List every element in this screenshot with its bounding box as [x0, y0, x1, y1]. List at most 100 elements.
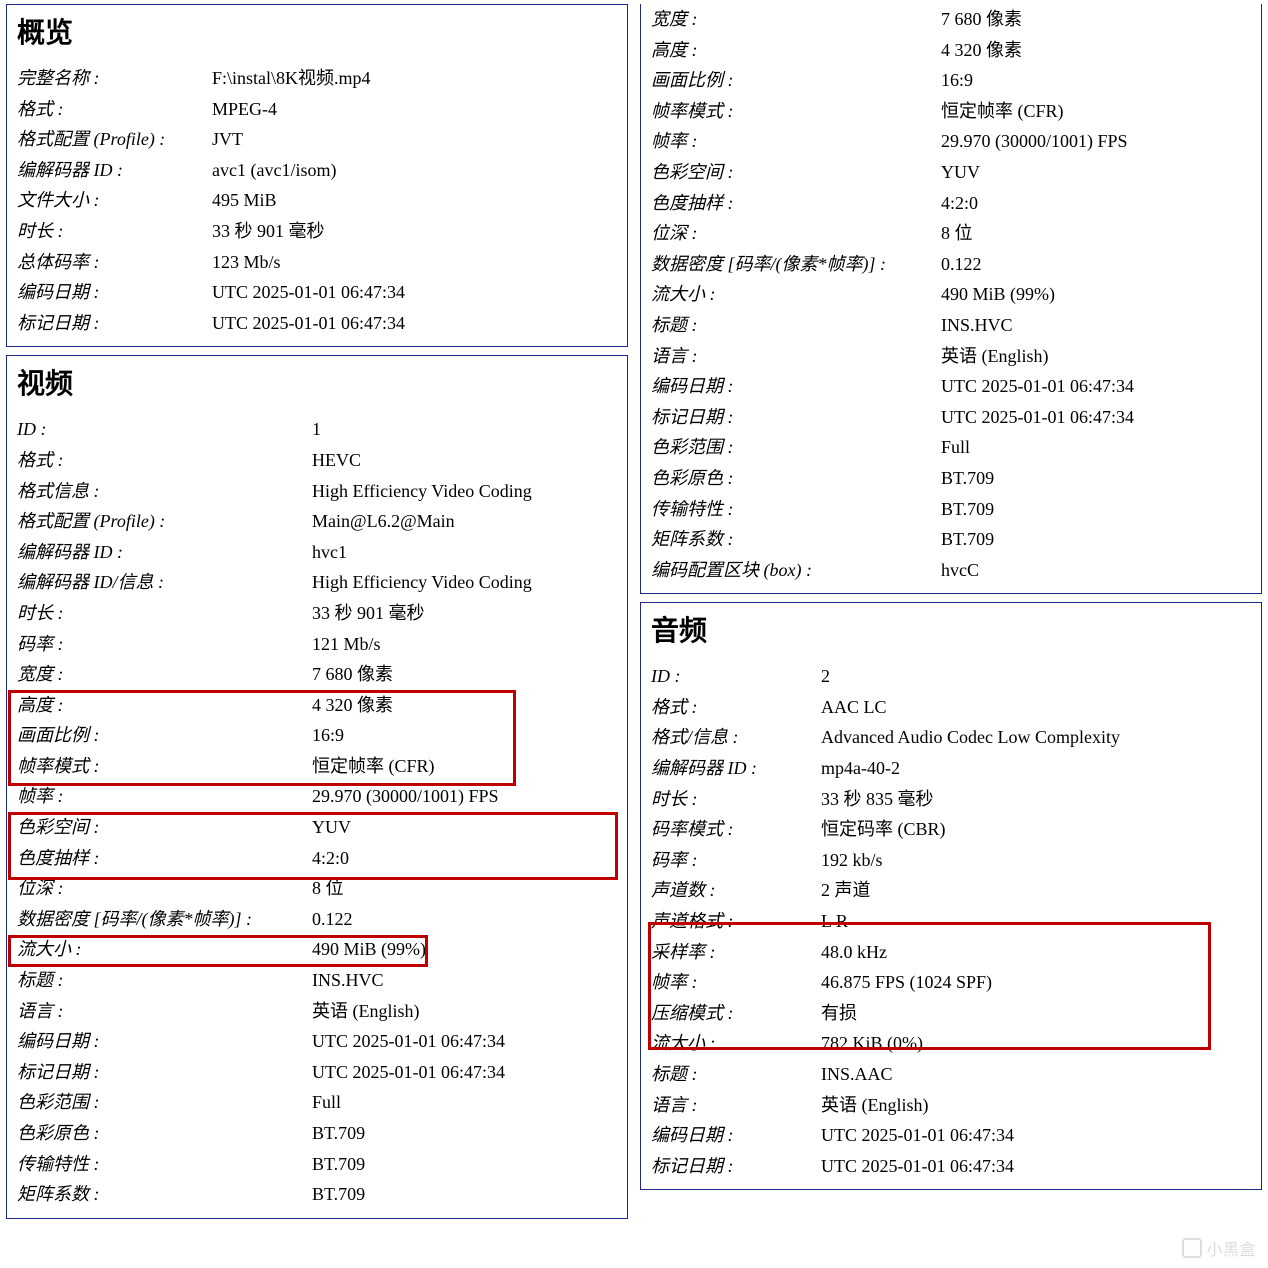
property-value: YUV — [312, 812, 351, 843]
property-row: 画面比例 :16:9 — [651, 65, 1251, 96]
property-value: 7 680 像素 — [312, 659, 393, 690]
property-value: JVT — [212, 124, 243, 155]
property-value: hvc1 — [312, 537, 347, 568]
property-label: 声道数 : — [651, 875, 821, 906]
property-row: 编码日期 :UTC 2025-01-01 06:47:34 — [17, 1026, 617, 1057]
property-value: 33 秒 901 毫秒 — [212, 216, 325, 247]
overview-panel: 概览 完整名称 :F:\instal\8K视频.mp4格式 :MPEG-4格式配… — [6, 4, 628, 347]
property-value: 4 320 像素 — [941, 35, 1022, 66]
property-value: UTC 2025-01-01 06:47:34 — [212, 308, 405, 339]
property-label: 标题 : — [651, 310, 941, 341]
property-value: 490 MiB (99%) — [312, 934, 426, 965]
property-row: 色彩原色 :BT.709 — [651, 463, 1251, 494]
property-label: 编码日期 : — [17, 277, 212, 308]
property-label: 码率 : — [651, 845, 821, 876]
property-row: 格式 :AAC LC — [651, 692, 1251, 723]
property-row: 数据密度 [码率/(像素*帧率)] :0.122 — [17, 904, 617, 935]
property-row: 色彩空间 :YUV — [17, 812, 617, 843]
property-value: High Efficiency Video Coding — [312, 476, 532, 507]
property-label: 流大小 : — [651, 279, 941, 310]
property-label: 高度 : — [651, 35, 941, 66]
property-label: 时长 : — [17, 216, 212, 247]
property-value: BT.709 — [941, 524, 994, 555]
property-row: 采样率 :48.0 kHz — [651, 937, 1251, 968]
property-value: 1 — [312, 414, 321, 445]
property-label: 总体码率 : — [17, 247, 212, 278]
property-row: 色彩空间 :YUV — [651, 157, 1251, 188]
property-label: 标记日期 : — [17, 1057, 312, 1088]
property-label: 色彩范围 : — [651, 432, 941, 463]
property-label: 传输特性 : — [651, 494, 941, 525]
video-right-rows: 宽度 :7 680 像素高度 :4 320 像素画面比例 :16:9帧率模式 :… — [651, 4, 1251, 585]
property-label: ID : — [651, 661, 821, 692]
property-label: 数据密度 [码率/(像素*帧率)] : — [651, 249, 941, 280]
property-label: 格式信息 : — [17, 476, 312, 507]
property-label: 色彩范围 : — [17, 1087, 312, 1118]
property-row: 色度抽样 :4:2:0 — [651, 188, 1251, 219]
property-value: INS.HVC — [941, 310, 1013, 341]
property-label: 高度 : — [17, 690, 312, 721]
property-value: BT.709 — [941, 494, 994, 525]
property-value: MPEG-4 — [212, 94, 277, 125]
property-value: 8 位 — [312, 873, 344, 904]
property-label: 编解码器 ID/信息 : — [17, 567, 312, 598]
property-label: 格式/信息 : — [651, 722, 821, 753]
property-label: 帧率 : — [651, 967, 821, 998]
property-value: HEVC — [312, 445, 361, 476]
property-label: 色彩原色 : — [651, 463, 941, 494]
property-value: 4:2:0 — [312, 843, 349, 874]
property-label: 压缩模式 : — [651, 998, 821, 1029]
property-label: 时长 : — [651, 784, 821, 815]
property-row: 时长 :33 秒 901 毫秒 — [17, 216, 617, 247]
overview-rows: 完整名称 :F:\instal\8K视频.mp4格式 :MPEG-4格式配置 (… — [17, 63, 617, 338]
property-label: 编码日期 : — [651, 1120, 821, 1151]
property-row: 画面比例 :16:9 — [17, 720, 617, 751]
property-label: 宽度 : — [17, 659, 312, 690]
property-label: 色度抽样 : — [17, 843, 312, 874]
property-label: 矩阵系数 : — [651, 524, 941, 555]
property-row: 完整名称 :F:\instal\8K视频.mp4 — [17, 63, 617, 94]
property-label: 帧率 : — [17, 781, 312, 812]
property-row: 色彩原色 :BT.709 — [17, 1118, 617, 1149]
property-value: 33 秒 901 毫秒 — [312, 598, 425, 629]
property-row: 标记日期 :UTC 2025-01-01 06:47:34 — [17, 1057, 617, 1088]
property-value: Full — [312, 1087, 341, 1118]
property-value: 0.122 — [312, 904, 353, 935]
property-row: 宽度 :7 680 像素 — [17, 659, 617, 690]
property-value: BT.709 — [312, 1149, 365, 1180]
property-label: 传输特性 : — [17, 1149, 312, 1180]
property-label: 编码配置区块 (box) : — [651, 555, 941, 586]
property-value: BT.709 — [312, 1179, 365, 1210]
property-row: 标记日期 :UTC 2025-01-01 06:47:34 — [651, 402, 1251, 433]
property-label: 色彩原色 : — [17, 1118, 312, 1149]
property-row: 色彩范围 :Full — [651, 432, 1251, 463]
property-label: 位深 : — [17, 873, 312, 904]
property-label: 完整名称 : — [17, 63, 212, 94]
property-row: 位深 :8 位 — [17, 873, 617, 904]
property-row: 语言 :英语 (English) — [17, 996, 617, 1027]
property-value: 恒定帧率 (CFR) — [312, 751, 435, 782]
property-label: 编码日期 : — [17, 1026, 312, 1057]
property-value: 16:9 — [312, 720, 344, 751]
property-value: Advanced Audio Codec Low Complexity — [821, 722, 1120, 753]
audio-title: 音频 — [651, 609, 1251, 649]
property-value: 16:9 — [941, 65, 973, 96]
property-label: 流大小 : — [17, 934, 312, 965]
property-value: 4 320 像素 — [312, 690, 393, 721]
property-label: 位深 : — [651, 218, 941, 249]
property-value: hvcC — [941, 555, 979, 586]
property-row: 流大小 :490 MiB (99%) — [651, 279, 1251, 310]
property-row: 高度 :4 320 像素 — [651, 35, 1251, 66]
property-row: 格式 :MPEG-4 — [17, 94, 617, 125]
property-value: 恒定码率 (CBR) — [821, 814, 946, 845]
property-value: UTC 2025-01-01 06:47:34 — [941, 371, 1134, 402]
video-left-rows: ID :1格式 :HEVC格式信息 :High Efficiency Video… — [17, 414, 617, 1209]
property-label: 流大小 : — [651, 1028, 821, 1059]
property-row: 编解码器 ID :mp4a-40-2 — [651, 753, 1251, 784]
property-value: 48.0 kHz — [821, 937, 887, 968]
property-row: 帧率模式 :恒定帧率 (CFR) — [651, 96, 1251, 127]
property-row: 编码配置区块 (box) :hvcC — [651, 555, 1251, 586]
property-label: 格式配置 (Profile) : — [17, 124, 212, 155]
property-row: 帧率模式 :恒定帧率 (CFR) — [17, 751, 617, 782]
property-value: 495 MiB — [212, 185, 277, 216]
